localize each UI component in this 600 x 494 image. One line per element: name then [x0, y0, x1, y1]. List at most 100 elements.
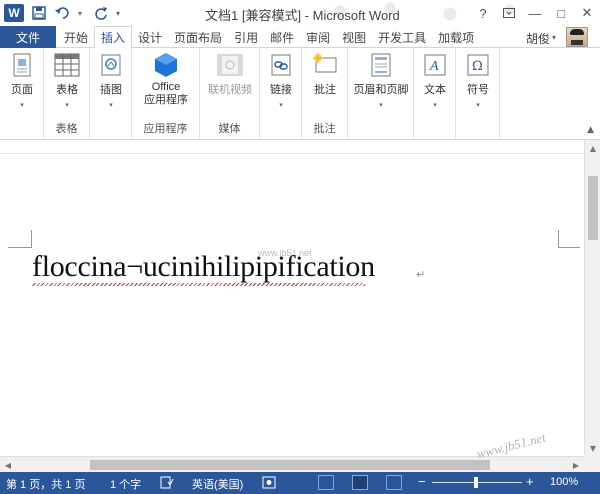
chevron-down-icon: ▾	[20, 101, 24, 109]
pages-icon	[9, 52, 35, 78]
chevron-down-icon: ▾	[109, 101, 113, 109]
group-label-table: 表格	[55, 123, 78, 135]
vertical-scrollbar[interactable]: ▲ ▼	[584, 140, 600, 456]
language[interactable]: 英语(美国)	[192, 476, 243, 492]
web-layout-icon[interactable]	[386, 475, 402, 490]
ruler-gap	[0, 140, 584, 154]
scroll-left-icon[interactable]: ◀	[0, 457, 16, 473]
ribbon-tab-row: 文件 开始 插入 设计 页面布局 引用 邮件 审阅 视图 开发工具 加载项 胡俊…	[0, 26, 600, 49]
ribbon-display-icon[interactable]	[496, 0, 522, 26]
illustrations-label: 插图	[100, 84, 122, 96]
macro-icon[interactable]	[262, 476, 276, 489]
illustrations-icon	[98, 52, 124, 78]
group-label-apps: 应用程序	[143, 123, 188, 135]
tab-file[interactable]: 文件	[0, 26, 56, 48]
collapse-ribbon-icon[interactable]: ▲	[587, 125, 594, 135]
comment-label: 批注	[314, 84, 336, 96]
document-canvas[interactable]: www.jb51.net floccina¬ucinihilipipificat…	[0, 154, 584, 456]
links-button[interactable]: 链接 ▾	[263, 52, 299, 109]
tab-review[interactable]: 审阅	[300, 26, 336, 48]
undo-dropdown-icon[interactable]: ▾	[78, 9, 86, 18]
word-count[interactable]: 1 个字	[110, 476, 141, 492]
zoom-out-button[interactable]: −	[418, 474, 426, 489]
chevron-down-icon: ▾	[65, 101, 69, 109]
office-apps-label-1: Office	[151, 81, 181, 93]
zoom-slider-thumb[interactable]	[474, 477, 478, 488]
text-button[interactable]: A 文本 ▾	[417, 52, 453, 109]
page-corner-top-left	[8, 230, 32, 248]
scroll-down-icon[interactable]: ▼	[585, 440, 600, 456]
undo-icon[interactable]	[54, 4, 72, 22]
maximize-button[interactable]: □	[548, 0, 574, 26]
header-footer-button[interactable]: 页眉和页脚 ▾	[350, 52, 412, 109]
close-button[interactable]: ✕	[574, 0, 600, 26]
horizontal-scrollbar[interactable]: ◀ ▶	[0, 456, 584, 472]
symbols-button[interactable]: Ω 符号 ▾	[460, 52, 496, 109]
zoom-level[interactable]: 100%	[550, 476, 578, 488]
save-icon[interactable]	[30, 4, 48, 22]
tab-developer[interactable]: 开发工具	[372, 26, 432, 48]
tab-home[interactable]: 开始	[58, 26, 94, 48]
help-button[interactable]: ?	[470, 0, 496, 26]
ribbon-insert: 页面 ▾ 表格 ▾ 表格 插图 ▾ Office 应用程序 应用程序 联机视频 …	[0, 48, 600, 140]
tab-insert[interactable]: 插入	[94, 26, 133, 49]
chevron-down-icon: ▾	[476, 101, 480, 109]
table-button[interactable]: 表格 ▾	[48, 52, 86, 109]
scroll-right-icon[interactable]: ▶	[568, 457, 584, 473]
group-symbols: Ω 符号 ▾	[456, 48, 500, 140]
window-controls: ? — □ ✕	[470, 0, 600, 26]
video-icon	[217, 52, 243, 78]
online-video-label: 联机视频	[208, 84, 252, 96]
group-header-footer: 页眉和页脚 ▾	[348, 48, 414, 140]
pages-button[interactable]: 页面 ▾	[4, 52, 40, 109]
text-icon: A	[422, 52, 448, 78]
group-comments: 批注 批注	[302, 48, 348, 140]
print-layout-icon[interactable]	[352, 475, 368, 490]
minimize-button[interactable]: —	[522, 0, 548, 26]
proofing-icon[interactable]	[160, 476, 174, 489]
chevron-down-icon: ▾	[433, 101, 437, 109]
page-count[interactable]: 第 1 页，共 1 页	[6, 476, 85, 492]
chevron-down-icon[interactable]: ▾	[552, 33, 556, 42]
read-mode-icon[interactable]	[318, 475, 334, 490]
zoom-in-button[interactable]: +	[526, 474, 534, 489]
customize-icon[interactable]: ▾	[116, 9, 124, 18]
document-text[interactable]: floccina¬ucinihilipipification	[32, 250, 375, 286]
office-apps-button[interactable]: Office 应用程序	[134, 52, 198, 107]
tab-view[interactable]: 视图	[336, 26, 372, 48]
group-links: 链接 ▾	[260, 48, 302, 140]
title-bar: W ▾ ▾ 文档1 [兼容模式] - Microsoft Word ? — □ …	[0, 0, 600, 26]
user-name[interactable]: 胡俊	[526, 30, 550, 47]
horizontal-scroll-thumb[interactable]	[90, 460, 490, 470]
page-corner-top-right	[558, 230, 580, 248]
chevron-down-icon: ▾	[279, 101, 283, 109]
quick-access-toolbar: W ▾ ▾	[4, 3, 124, 23]
avatar[interactable]	[566, 27, 588, 47]
symbol-icon: Ω	[465, 52, 491, 78]
word-window: W ▾ ▾ 文档1 [兼容模式] - Microsoft Word ? — □ …	[0, 0, 600, 494]
redo-icon[interactable]	[92, 4, 110, 22]
tab-add-ins[interactable]: 加载项	[432, 26, 480, 48]
svg-text:Ω: Ω	[472, 59, 483, 74]
office-apps-icon	[153, 52, 179, 78]
links-label: 链接	[270, 84, 292, 96]
status-bar: 第 1 页，共 1 页 1 个字 英语(美国) − + 100%	[0, 472, 600, 494]
scroll-up-icon[interactable]: ▲	[585, 140, 600, 156]
tab-mailings[interactable]: 邮件	[264, 26, 300, 48]
office-apps-label-2: 应用程序	[144, 94, 188, 106]
word-logo-icon[interactable]: W	[4, 4, 24, 22]
comment-button[interactable]: 批注	[306, 52, 344, 97]
tab-page-layout[interactable]: 页面布局	[168, 26, 228, 48]
group-label-comments: 批注	[313, 123, 336, 135]
tab-design[interactable]: 设计	[132, 26, 168, 48]
table-icon	[54, 52, 80, 78]
group-illustrations: 插图 ▾	[90, 48, 132, 140]
ribbon-tabs: 开始 插入 设计 页面布局 引用 邮件 审阅 视图 开发工具 加载项	[58, 26, 480, 49]
tab-references[interactable]: 引用	[228, 26, 264, 48]
svg-text:A: A	[429, 59, 439, 74]
document-word: floccina¬ucinihilipipification	[32, 250, 375, 283]
vertical-scroll-thumb[interactable]	[588, 176, 598, 240]
illustrations-button[interactable]: 插图 ▾	[93, 52, 129, 109]
comment-icon	[312, 52, 338, 78]
chevron-down-icon: ▾	[379, 101, 383, 109]
